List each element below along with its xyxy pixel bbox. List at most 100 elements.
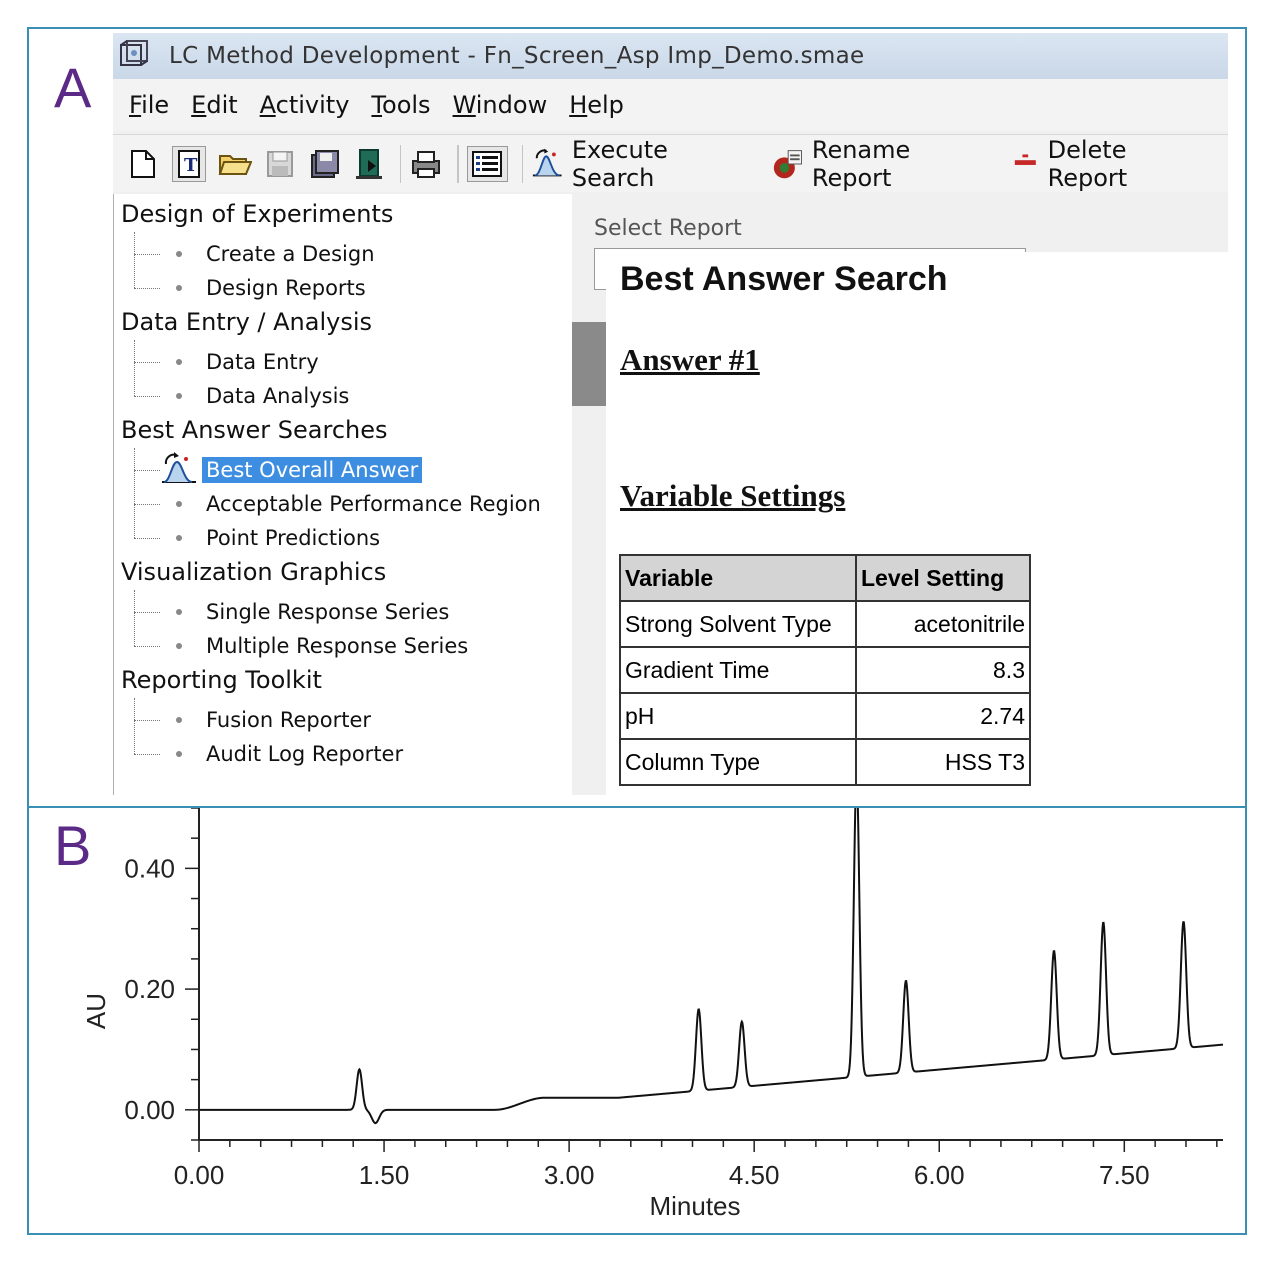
tree-connector [134,288,160,289]
toolbar-separator [399,144,402,183]
navigation-tree: Design of Experiments Create a Design De… [113,194,575,795]
menu-help[interactable]: Help [569,91,624,119]
open-folder-icon[interactable] [218,147,252,181]
tree-connector [134,754,160,755]
x-tick-label: 0.00 [174,1160,225,1190]
x-tick-label: 6.00 [914,1160,965,1190]
best-answer-search-icon [162,452,196,483]
table-cell: Column Type [619,738,857,786]
tree-item-fusion-reporter[interactable]: Fusion Reporter [206,703,371,737]
rename-report-icon [774,149,803,178]
tree-connector [134,612,160,613]
x-tick-label: 7.50 [1099,1160,1150,1190]
template-icon[interactable]: T [171,145,206,182]
x-tick-label: 3.00 [544,1160,595,1190]
app-icon [120,40,148,66]
table-row: Gradient Time 8.3 [619,646,1031,694]
toolbar: T Execute Search Rename Report Delete Re… [113,134,1228,192]
tree-bullet-icon [176,501,182,507]
tree-bullet-icon [176,643,182,649]
tree-connector [134,698,135,754]
tree-item-multiple-response-series[interactable]: Multiple Response Series [206,629,468,663]
app-window: LC Method Development - Fn_Screen_Asp Im… [113,33,1228,795]
tree-group-best-answer-searches[interactable]: Best Answer Searches [121,416,388,444]
tree-bullet-icon [176,751,182,757]
y-tick-label: 0.40 [124,853,175,883]
table-row: Column Type HSS T3 [619,738,1031,786]
panel-a-label: A [54,56,92,119]
print-icon[interactable] [409,147,443,181]
report-list-icon[interactable] [467,145,508,182]
tree-bullet-icon [176,609,182,615]
tree-connector [134,590,135,646]
table-row: Strong Solvent Type acetonitrile [619,600,1031,648]
save-all-icon[interactable] [309,147,342,181]
chromatogram-trace [199,808,1223,1125]
chromatogram-chart: 0.00 1.50 3.00 4.50 6.00 7.50 0.00 0.20 0.40 Minu… [81,808,1223,1221]
tree-connector [134,340,135,396]
title-bar: LC Method Development - Fn_Screen_Asp Im… [113,33,1228,79]
menu-edit[interactable]: Edit [191,91,237,119]
tree-group-visualization-graphics[interactable]: Visualization Graphics [121,558,386,586]
table-header-level-setting: Level Setting [855,554,1031,602]
table-cell: 2.74 [855,692,1031,740]
execute-search-label: Execute Search [571,135,668,192]
window-title: LC Method Development - Fn_Screen_Asp Im… [169,43,865,69]
menu-tools[interactable]: Tools [371,91,430,119]
answer-heading: Answer #1 [620,342,760,377]
y-tick-label: 0.00 [124,1095,175,1125]
report-splitter[interactable] [572,322,606,406]
svg-text:T: T [184,155,198,176]
tree-item-data-analysis[interactable]: Data Analysis [206,379,349,413]
y-axis-label: AU [81,993,111,1029]
menu-activity[interactable]: Activity [260,91,350,119]
tree-group-design-of-experiments[interactable]: Design of Experiments [121,200,393,228]
selected-item-label: Best Overall Answer [202,457,423,483]
save-icon[interactable] [264,147,297,181]
tree-connector [134,396,160,397]
tree-connector [134,470,160,471]
tree-connector [134,720,160,721]
tree-connector [134,538,160,539]
table-header-row: Variable Level Setting [619,554,1031,602]
exit-door-icon[interactable] [353,147,386,181]
tree-item-best-overall-answer[interactable]: Best Overall Answer [202,453,423,487]
table-cell: acetonitrile [855,600,1031,648]
menu-window[interactable]: Window [453,91,548,119]
new-file-icon[interactable] [127,147,160,181]
table-cell: HSS T3 [855,738,1031,786]
tree-connector [134,232,135,288]
execute-search-icon [533,148,562,176]
tree-bullet-icon [176,251,182,257]
tree-item-data-entry[interactable]: Data Entry [206,345,319,379]
report-document: Best Answer Search Answer #1 Variable Se… [606,252,1228,795]
tree-group-reporting-toolkit[interactable]: Reporting Toolkit [121,666,322,694]
select-report-label: Select Report [594,216,742,241]
menu-bar: File Edit Activity Tools Window Help [113,79,1228,131]
menu-file[interactable]: File [129,91,169,119]
report-area: Select Report Best Answer Search Answer … [572,194,1228,795]
toolbar-separator [457,144,460,183]
tree-item-point-predictions[interactable]: Point Predictions [206,521,380,555]
table-cell: Strong Solvent Type [619,600,857,648]
tree-bullet-icon [176,359,182,365]
delete-report-button[interactable]: Delete Report [1011,136,1206,192]
x-tick-label: 4.50 [729,1160,780,1190]
tree-item-single-response-series[interactable]: Single Response Series [206,595,449,629]
execute-search-button[interactable]: Execute Search [531,136,749,192]
delete-report-icon [1014,153,1036,165]
tree-bullet-icon [176,285,182,291]
table-cell: pH [619,692,857,740]
rename-report-button[interactable]: Rename Report [771,136,989,192]
x-tick-label: 1.50 [359,1160,410,1190]
tree-group-data-entry-analysis[interactable]: Data Entry / Analysis [121,308,372,336]
tree-item-acceptable-performance-region[interactable]: Acceptable Performance Region [206,487,541,521]
tree-item-audit-log-reporter[interactable]: Audit Log Reporter [206,737,403,771]
tree-item-design-reports[interactable]: Design Reports [206,271,366,305]
tree-connector [134,254,160,255]
tree-item-create-a-design[interactable]: Create a Design [206,237,375,271]
toolbar-separator [521,144,524,183]
report-title: Best Answer Search [620,260,948,298]
tree-connector [134,362,160,363]
tree-bullet-icon [176,535,182,541]
